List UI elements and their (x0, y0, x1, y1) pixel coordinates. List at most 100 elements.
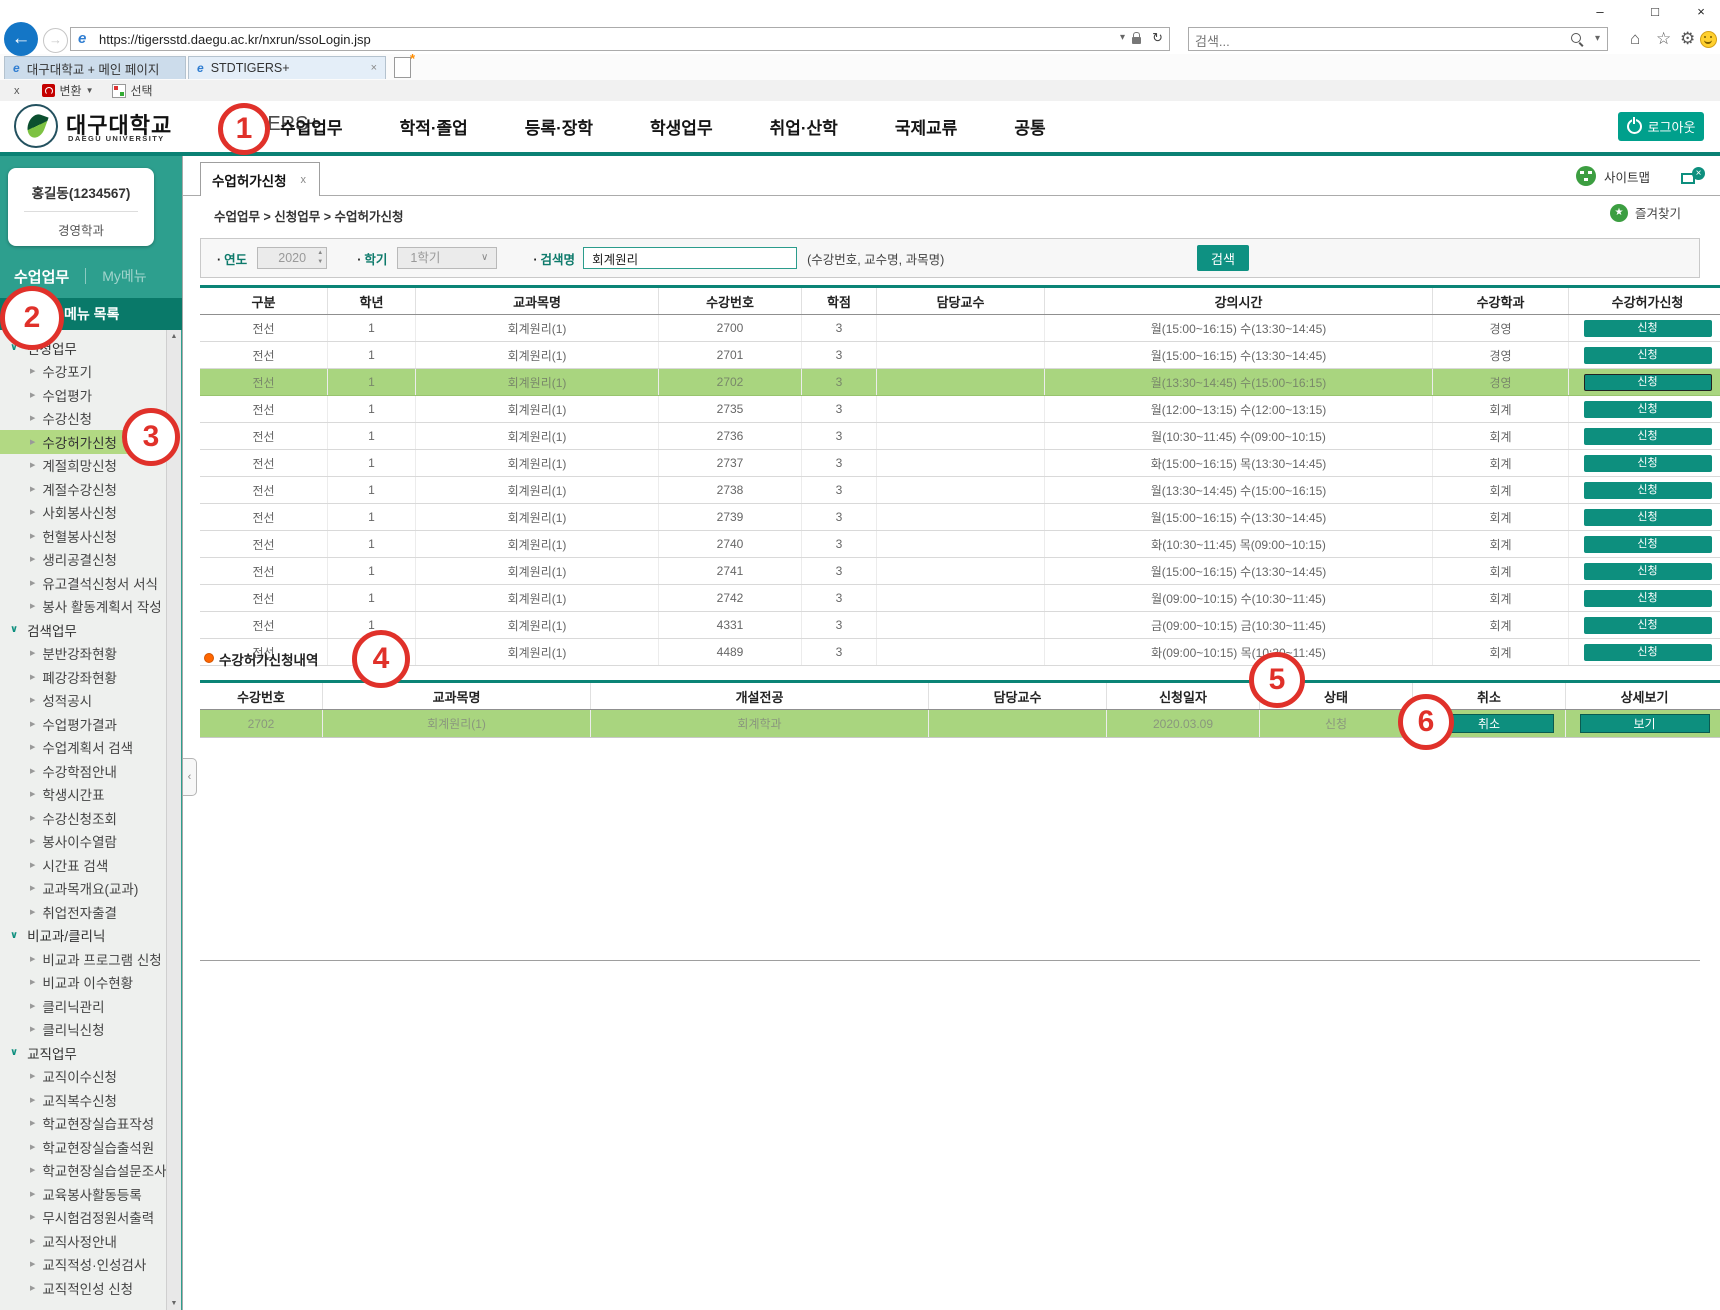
sidebar-item[interactable]: ▶수강학점안내 (0, 759, 166, 783)
menu-section[interactable]: ∨비교과/클리닉 (0, 924, 166, 948)
sidebar-item[interactable]: ▶학교현장실습설문조사 (0, 1159, 166, 1183)
scroll-up-icon[interactable]: ▲ (167, 333, 181, 340)
apply-button[interactable]: 신청 (1584, 347, 1712, 364)
convert-button[interactable]: 변환 (60, 82, 82, 99)
view-button[interactable]: 보기 (1580, 714, 1710, 733)
close-button[interactable]: × (1684, 3, 1718, 21)
apply-button[interactable]: 신청 (1584, 617, 1712, 634)
apply-button[interactable]: 신청 (1584, 374, 1712, 391)
back-button[interactable]: ← (4, 22, 38, 56)
sidebar-item[interactable]: ▶헌혈봉사신청 (0, 524, 166, 548)
table-row[interactable]: 전선1회계원리(1)27393월(15:00~16:15) 수(13:30~14… (200, 504, 1720, 531)
search-button[interactable]: 검색 (1197, 245, 1249, 271)
page-tab-close-icon[interactable]: x (301, 174, 307, 186)
page-tab[interactable]: 수업허가신청 x (200, 162, 320, 196)
sidebar-item[interactable]: ▶학교현장실습출석원 (0, 1135, 166, 1159)
sidebar-item[interactable]: ▶성적공시 (0, 689, 166, 713)
menu-section[interactable]: ∨교직업무 (0, 1041, 166, 1065)
new-tab-button[interactable] (394, 57, 411, 78)
logout-button[interactable]: 로그아웃 (1618, 112, 1704, 141)
sidebar-collapse-handle[interactable]: ‹ (183, 758, 197, 796)
spinner-icons[interactable]: ▲▼ (317, 249, 323, 267)
sidebar-item[interactable]: ▶클리닉관리 (0, 994, 166, 1018)
nav-item-classwork[interactable]: 수업업무 (280, 114, 343, 139)
year-stepper[interactable]: 2020 ▲▼ (257, 247, 327, 269)
forward-button[interactable]: → (43, 28, 68, 53)
apply-button[interactable]: 신청 (1584, 401, 1712, 418)
favorite-link[interactable]: ★ 즐겨찾기 (1610, 203, 1681, 222)
sidebar-item[interactable]: ▶수업계획서 검색 (0, 736, 166, 760)
sidebar-item[interactable]: ▶클리닉신청 (0, 1018, 166, 1042)
sidebar-item[interactable]: ▶계절수강신청 (0, 477, 166, 501)
sidebar-item[interactable]: ▶수업평가결과 (0, 712, 166, 736)
table-row[interactable]: 전선1회계원리(1)27363월(10:30~11:45) 수(09:00~10… (200, 423, 1720, 450)
table-row[interactable]: 전선1회계원리(1)44893화(09:00~10:15) 목(10:30~11… (200, 639, 1720, 666)
nav-item-student[interactable]: 학생업무 (650, 114, 713, 139)
sidebar-item[interactable]: ▶봉사이수열람 (0, 830, 166, 854)
sidebar-item[interactable]: ▶폐강강좌현황 (0, 665, 166, 689)
sidebar-item[interactable]: ▶시간표 검색 (0, 853, 166, 877)
toolbar-close-button[interactable]: x (14, 85, 20, 97)
browser-tab-active[interactable]: e STDTIGERS+ × (188, 56, 386, 79)
table-row[interactable]: 전선1회계원리(1)43313금(09:00~10:15) 금(10:30~11… (200, 612, 1720, 639)
autocomplete-dropdown-icon[interactable]: ▾ (1120, 32, 1125, 43)
apply-button[interactable]: 신청 (1584, 509, 1712, 526)
refresh-icon[interactable]: ↻ (1152, 30, 1163, 46)
sidebar-scrollbar[interactable]: ▲ ▼ (166, 330, 181, 1310)
sidebar-tab-mymenu[interactable]: My메뉴 (102, 266, 146, 286)
sidebar-item[interactable]: ▶무시험검정원서출력 (0, 1206, 166, 1230)
nav-item-international[interactable]: 국제교류 (895, 114, 958, 139)
browser-search-input[interactable] (1189, 28, 1561, 54)
sidebar-item[interactable]: ▶교직사정안내 (0, 1229, 166, 1253)
sidebar-item[interactable]: ▶봉사 활동계획서 작성 (0, 595, 166, 619)
table-row[interactable]: 전선1회계원리(1)27373화(15:00~16:15) 목(13:30~14… (200, 450, 1720, 477)
menu-section[interactable]: ∨검색업무 (0, 618, 166, 642)
sidebar-item[interactable]: ▶학교현장실습표작성 (0, 1112, 166, 1136)
apply-button[interactable]: 신청 (1584, 428, 1712, 445)
apply-button[interactable]: 신청 (1584, 590, 1712, 607)
apply-button[interactable]: 신청 (1584, 320, 1712, 337)
apply-button[interactable]: 신청 (1584, 563, 1712, 580)
sidebar-item[interactable]: ▶비교과 프로그램 신청 (0, 947, 166, 971)
table-row[interactable]: 전선1회계원리(1)27383월(13:30~14:45) 수(15:00~16… (200, 477, 1720, 504)
semester-select[interactable]: 1학기 ∨ (397, 247, 497, 269)
sidebar-item[interactable]: ▶수업평가 (0, 383, 166, 407)
favorites-star-icon[interactable]: ☆ (1656, 29, 1671, 49)
nav-item-career[interactable]: 취업·산학 (770, 114, 838, 139)
search-dropdown-icon[interactable]: ▾ (1595, 33, 1600, 44)
table-row[interactable]: 전선1회계원리(1)27403화(10:30~11:45) 목(09:00~10… (200, 531, 1720, 558)
sidebar-item[interactable]: ▶생리공결신청 (0, 548, 166, 572)
sidebar-item[interactable]: ▶수강포기 (0, 360, 166, 384)
address-bar[interactable]: e https://tigersstd.daegu.ac.kr/nxrun/ss… (70, 27, 1170, 51)
scroll-down-icon[interactable]: ▼ (167, 1300, 181, 1307)
sidebar-item[interactable]: ▶교과목개요(교과) (0, 877, 166, 901)
sidebar-item[interactable]: ▶비교과 이수현황 (0, 971, 166, 995)
apply-button[interactable]: 신청 (1584, 455, 1712, 472)
convert-dropdown-icon[interactable]: ▼ (86, 86, 94, 95)
sidebar-item[interactable]: ▶학생시간표 (0, 783, 166, 807)
table-row[interactable]: 전선1회계원리(1)27423월(09:00~10:15) 수(10:30~11… (200, 585, 1720, 612)
browser-tab-main[interactable]: e 대구대학교 + 메인 페이지 (4, 56, 186, 79)
sidebar-item[interactable]: ▶사회봉사신청 (0, 501, 166, 525)
apply-button[interactable]: 신청 (1584, 482, 1712, 499)
table-row[interactable]: 전선1회계원리(1)27013월(15:00~16:15) 수(13:30~14… (200, 342, 1720, 369)
sidebar-item[interactable]: ▶교육봉사활동등록 (0, 1182, 166, 1206)
browser-search-box[interactable]: ▾ (1188, 27, 1608, 51)
close-all-windows-icon[interactable] (1681, 169, 1705, 186)
sidebar-item[interactable]: ▶취업전자출결 (0, 900, 166, 924)
sidebar-item[interactable]: ▶수강신청조회 (0, 806, 166, 830)
nav-item-records[interactable]: 학적·졸업 (400, 114, 468, 139)
table-row[interactable]: 전선1회계원리(1)27023월(13:30~14:45) 수(15:00~16… (200, 369, 1720, 396)
sidebar-item[interactable]: ▶교직이수신청 (0, 1065, 166, 1089)
apply-button[interactable]: 신청 (1584, 536, 1712, 553)
feedback-smiley-icon[interactable] (1700, 31, 1717, 48)
sitemap-link[interactable]: 사이트맵 (1576, 166, 1650, 186)
nav-item-common[interactable]: 공통 (1014, 114, 1045, 139)
search-icon[interactable] (1571, 33, 1581, 43)
table-row[interactable]: 전선1회계원리(1)27353월(12:00~13:15) 수(12:00~13… (200, 396, 1720, 423)
sidebar-item[interactable]: ▶분반강좌현황 (0, 642, 166, 666)
sidebar-item[interactable]: ▶유고결석신청서 서식 (0, 571, 166, 595)
apply-button[interactable]: 신청 (1584, 644, 1712, 661)
sidebar-item[interactable]: ▶교직적성·인성검사 (0, 1253, 166, 1277)
home-icon[interactable]: ⌂ (1630, 29, 1640, 49)
